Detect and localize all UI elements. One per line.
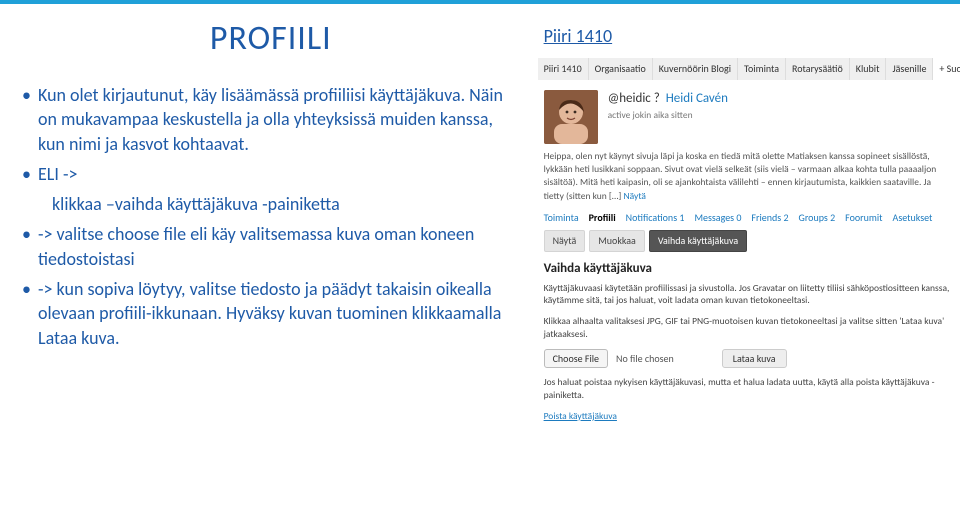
subtab-profile[interactable]: Profiili xyxy=(589,211,616,225)
help-text-3: Jos haluat poistaa nykyisen käyttäjäkuva… xyxy=(544,376,950,402)
nav-tab-add[interactable]: + Suo xyxy=(933,58,960,80)
site-brand[interactable]: Piiri 1410 xyxy=(544,24,956,48)
bullet-3: -> valitse choose file eli käy valitsema… xyxy=(22,222,520,271)
file-upload-row: Choose File No file chosen Lataa kuva xyxy=(544,349,956,369)
section-heading: Vaihda käyttäjäkuva xyxy=(544,260,956,278)
user-name-link[interactable]: Heidi Cavén xyxy=(666,91,728,106)
nav-tab[interactable]: Rotarysäätiö xyxy=(786,58,850,80)
edit-button[interactable]: Muokkaa xyxy=(589,230,645,252)
nav-tab[interactable]: Kuvernöörin Blogi xyxy=(653,58,738,80)
profile-action-row: Näytä Muokkaa Vaihda käyttäjäkuva xyxy=(544,230,956,252)
avatar[interactable] xyxy=(544,90,598,144)
blurb-text: Heippa, olen nyt käynyt sivuja läpi ja k… xyxy=(544,150,937,202)
subtab-activity[interactable]: Toiminta xyxy=(544,211,579,225)
bullet-1: Kun olet kirjautunut, käy lisäämässä pro… xyxy=(22,83,520,156)
choose-file-button[interactable]: Choose File xyxy=(544,349,608,369)
subtab-messages[interactable]: Messages 0 xyxy=(694,211,741,225)
subtab-friends[interactable]: Friends 2 xyxy=(751,211,788,225)
nav-tab[interactable]: Piiri 1410 xyxy=(538,58,589,80)
user-q: ? xyxy=(654,91,660,106)
subtab-settings[interactable]: Asetukset xyxy=(893,211,933,225)
no-file-label: No file chosen xyxy=(616,352,674,366)
page-title: PROFIILI xyxy=(22,18,520,59)
change-avatar-button[interactable]: Vaihda käyttäjäkuva xyxy=(649,230,747,252)
subtab-forums[interactable]: Foorumit xyxy=(845,211,882,225)
bullet-list: Kun olet kirjautunut, käy lisäämässä pro… xyxy=(22,83,520,350)
view-button[interactable]: Näytä xyxy=(544,230,586,252)
nav-tab[interactable]: Jäsenille xyxy=(886,58,933,80)
user-at: @heidic xyxy=(608,91,651,106)
profile-subnav: Toiminta Profiili Notifications 1 Messag… xyxy=(544,211,956,225)
nav-tab[interactable]: Toiminta xyxy=(738,58,786,80)
user-handle: @heidic ? Heidi Cavén xyxy=(608,90,728,108)
help-text-1: Käyttäjäkuvaasi käytetään profiilissasi … xyxy=(544,282,950,308)
bullet-2a: klikkaa –vaihda käyttäjäkuva -painiketta xyxy=(22,192,520,216)
bullet-2: ELI -> xyxy=(22,162,520,186)
delete-avatar-link[interactable]: Poista käyttäjäkuva xyxy=(544,410,956,423)
blurb-more-link[interactable]: Näytä xyxy=(623,190,645,202)
help-text-2: Klikkaa alhaalta valitaksesi JPG, GIF ta… xyxy=(544,315,950,341)
primary-nav: Piiri 1410 Organisaatio Kuvernöörin Blog… xyxy=(538,58,956,80)
subtab-groups[interactable]: Groups 2 xyxy=(799,211,836,225)
screenshot-panel: Piiri 1410 Piiri 1410 Organisaatio Kuver… xyxy=(538,4,960,519)
nav-tab[interactable]: Klubit xyxy=(850,58,887,80)
nav-tab[interactable]: Organisaatio xyxy=(589,58,653,80)
upload-button[interactable]: Lataa kuva xyxy=(722,349,787,369)
user-blurb: Heippa, olen nyt käynyt sivuja läpi ja k… xyxy=(544,150,950,203)
bullet-4: -> kun sopiva löytyy, valitse tiedosto j… xyxy=(22,277,520,350)
subtab-notifications[interactable]: Notifications 1 xyxy=(626,211,685,225)
user-activity: active jokin aika sitten xyxy=(608,109,728,122)
